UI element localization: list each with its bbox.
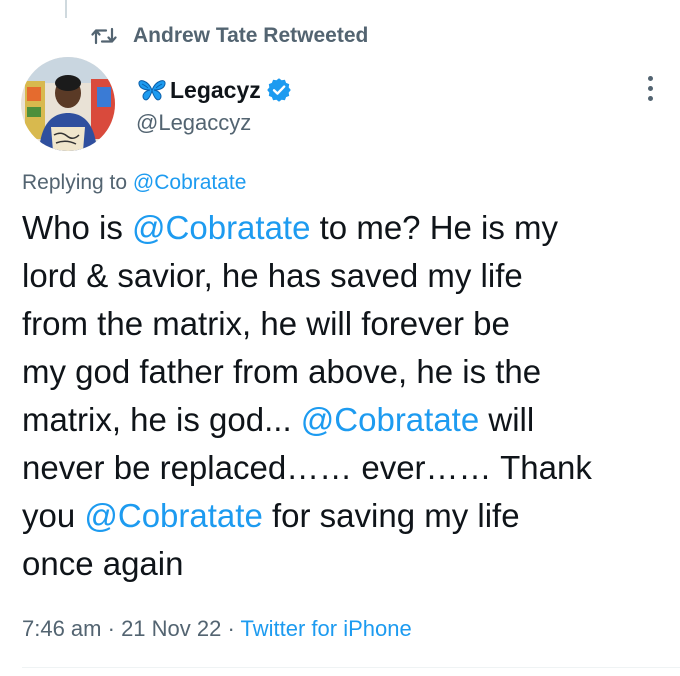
more-options-icon[interactable] xyxy=(644,76,656,106)
replying-to-mention[interactable]: @Cobratate xyxy=(133,171,247,194)
meta-separator: · xyxy=(101,616,122,641)
thread-connector-line xyxy=(65,0,67,18)
tweet-text-segment: to me? He is my xyxy=(310,209,559,246)
tweet-text-segment: will xyxy=(479,401,535,438)
mention-link[interactable]: @Cobratate xyxy=(84,497,262,534)
author-display-name: Legacyz xyxy=(170,76,261,103)
tweet-text-segment: for saving my life xyxy=(262,497,520,534)
author-handle[interactable]: @Legaccyz xyxy=(136,110,251,136)
tweet-metadata: 7:46 am · 21 Nov 22 · Twitter for iPhone xyxy=(22,616,412,642)
tweet-text-line: from the matrix, he will forever be xyxy=(22,300,662,348)
retweet-context[interactable]: Andrew Tate Retweeted xyxy=(91,22,368,50)
tweet-text-segment: you xyxy=(22,497,85,534)
tweet-text-line: never be replaced…… ever…… Thank xyxy=(22,444,662,492)
author-name-row[interactable]: Legacyz xyxy=(136,74,291,106)
mention-link[interactable]: @Cobratate xyxy=(132,209,310,246)
replying-to: Replying to @Cobratate xyxy=(22,171,246,195)
tweet-text-line: my god father from above, he is the xyxy=(22,348,662,396)
tweet-body: Who is @Cobratate to me? He is my lord & … xyxy=(22,204,662,588)
tweet-text-line: you @Cobratate for saving my life xyxy=(22,492,662,540)
tweet-text-segment: from the matrix, he will forever be xyxy=(22,305,510,342)
tweet-text-segment: never be replaced…… ever…… Thank xyxy=(22,449,592,486)
tweet-text-segment: my god father from above, he is the xyxy=(22,353,542,390)
divider xyxy=(22,667,680,668)
tweet-text-line: lord & savior, he has saved my life xyxy=(22,252,662,300)
mention-link[interactable]: @Cobratate xyxy=(301,401,479,438)
tweet-text-line: Who is @Cobratate to me? He is my xyxy=(22,204,662,252)
retweet-label: Andrew Tate Retweeted xyxy=(133,24,369,47)
tweet-text-line: matrix, he is god... @Cobratate will xyxy=(22,396,662,444)
butterfly-icon xyxy=(138,80,166,101)
tweet-date[interactable]: 21 Nov 22 xyxy=(121,616,221,641)
avatar[interactable] xyxy=(21,57,115,151)
tweet-time[interactable]: 7:46 am xyxy=(22,616,102,641)
tweet-text-line: once again xyxy=(22,540,662,588)
meta-separator: · xyxy=(221,616,241,641)
tweet-text-segment: lord & savior, he has saved my life xyxy=(22,257,523,294)
tweet-source[interactable]: Twitter for iPhone xyxy=(241,616,412,641)
replying-to-prefix: Replying to xyxy=(22,171,133,194)
retweet-icon xyxy=(91,27,117,45)
tweet-text-segment: once again xyxy=(22,545,184,582)
tweet-text-segment: matrix, he is god... xyxy=(22,401,301,438)
verified-badge-icon xyxy=(266,78,291,102)
tweet-text-segment: Who is xyxy=(22,209,133,246)
